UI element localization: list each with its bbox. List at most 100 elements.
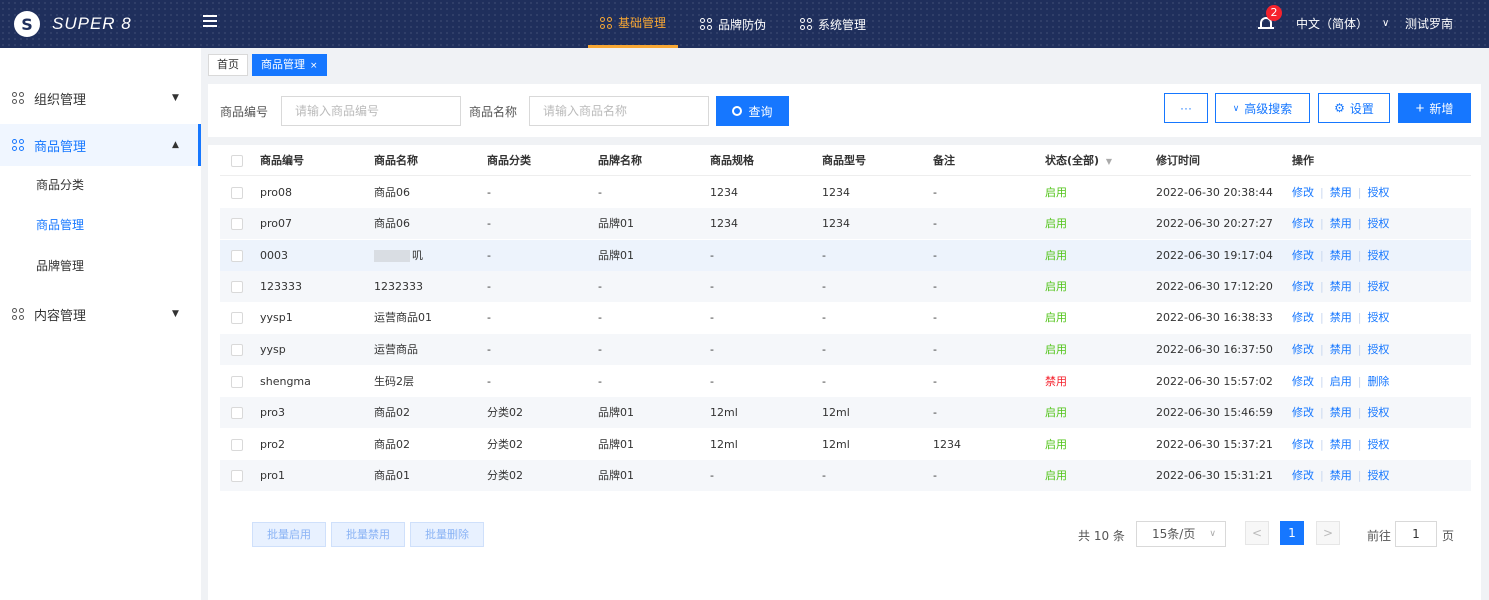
sidebar-item-organization[interactable]: 组织管理 ▼ — [0, 77, 201, 119]
cell-spec: 1234 — [710, 186, 738, 199]
row-checkbox[interactable] — [231, 281, 243, 293]
redacted-block — [374, 250, 410, 262]
close-icon[interactable]: × — [310, 61, 318, 71]
edit-link[interactable]: 修改 — [1292, 217, 1314, 230]
authorize-link[interactable]: 授权 — [1367, 280, 1389, 293]
table-row[interactable]: pro07 商品06 - 品牌01 1234 1234 - 启用 2022-06… — [220, 208, 1471, 239]
next-page-button[interactable]: > — [1316, 521, 1340, 545]
toggle-status-link[interactable]: 启用 — [1330, 375, 1352, 388]
settings-button[interactable]: ⚙ 设置 — [1318, 93, 1390, 123]
toggle-status-link[interactable]: 禁用 — [1330, 311, 1352, 324]
authorize-link[interactable]: 授权 — [1367, 217, 1389, 230]
row-checkbox[interactable] — [231, 312, 243, 324]
row-actions: 修改 | 禁用 | 授权 — [1292, 186, 1390, 199]
sidebar-subitem-brand[interactable]: 品牌管理 — [36, 257, 84, 274]
page-size-select[interactable]: 15条/页 ∨ — [1136, 521, 1226, 547]
toggle-status-link[interactable]: 禁用 — [1330, 438, 1352, 451]
logo-mark: S — [14, 11, 40, 37]
authorize-link[interactable]: 授权 — [1367, 469, 1389, 482]
batch-delete-button[interactable]: 批量删除 — [410, 522, 484, 547]
authorize-link[interactable]: 授权 — [1367, 343, 1389, 356]
sidebar-item-content[interactable]: 内容管理 ▼ — [0, 293, 201, 335]
edit-link[interactable]: 修改 — [1292, 438, 1314, 451]
row-actions: 修改 | 禁用 | 授权 — [1292, 249, 1390, 262]
table-row[interactable]: pro2 商品02 分类02 品牌01 12ml 12ml 1234 启用 20… — [220, 429, 1471, 460]
toggle-status-link[interactable]: 禁用 — [1330, 469, 1352, 482]
add-button[interactable]: + 新增 — [1398, 93, 1471, 123]
user-name[interactable]: 测试罗南 — [1405, 15, 1453, 32]
table-row[interactable]: pro1 商品01 分类02 品牌01 - - - 启用 2022-06-30 … — [220, 460, 1471, 491]
edit-link[interactable]: 修改 — [1292, 186, 1314, 199]
page-1-button[interactable]: 1 — [1280, 521, 1304, 545]
language-select[interactable]: 中文（简体） ∨ — [1296, 15, 1389, 32]
tab-home[interactable]: 首页 — [208, 54, 248, 76]
topnav-brand-anti-counterfeit[interactable]: 品牌防伪 — [688, 0, 778, 48]
edit-link[interactable]: 修改 — [1292, 469, 1314, 482]
toggle-status-link[interactable]: 禁用 — [1330, 186, 1352, 199]
table-row[interactable]: yysp 运营商品 - - - - - 启用 2022-06-30 16:37:… — [220, 334, 1471, 365]
row-checkbox[interactable] — [231, 250, 243, 262]
authorize-link[interactable]: 授权 — [1367, 311, 1389, 324]
topnav-basic-management[interactable]: 基础管理 — [588, 0, 679, 48]
edit-link[interactable]: 修改 — [1292, 280, 1314, 293]
cell-brand: - — [598, 311, 602, 324]
row-checkbox[interactable] — [231, 376, 243, 388]
toggle-status-link[interactable]: 禁用 — [1330, 249, 1352, 262]
authorize-link[interactable]: 授权 — [1367, 406, 1389, 419]
product-name-input[interactable] — [529, 96, 709, 126]
edit-link[interactable]: 修改 — [1292, 343, 1314, 356]
toggle-status-link[interactable]: 禁用 — [1330, 343, 1352, 356]
table-row[interactable]: 0003 叽 - 品牌01 - - - 启用 2022-06-30 19:17:… — [220, 240, 1471, 271]
more-button[interactable]: ··· — [1164, 93, 1208, 123]
edit-link[interactable]: 修改 — [1292, 249, 1314, 262]
toggle-status-link[interactable]: 禁用 — [1330, 280, 1352, 293]
row-checkbox[interactable] — [231, 407, 243, 419]
topnav-system-management[interactable]: 系统管理 — [788, 0, 878, 48]
row-checkbox[interactable] — [231, 470, 243, 482]
logo[interactable]: S SUPER 8 — [14, 10, 132, 38]
advanced-search-button[interactable]: ∨ 高级搜索 — [1215, 93, 1310, 123]
edit-link[interactable]: 修改 — [1292, 375, 1314, 388]
prev-page-button[interactable]: < — [1245, 521, 1269, 545]
authorize-link[interactable]: 授权 — [1367, 249, 1389, 262]
product-name-label: 商品名称 — [469, 105, 518, 119]
cell-remark: - — [933, 406, 937, 419]
row-checkbox[interactable] — [231, 344, 243, 356]
table-row[interactable]: yysp1 运营商品01 - - - - - 启用 2022-06-30 16:… — [220, 302, 1471, 333]
row-checkbox[interactable] — [231, 218, 243, 230]
goto-page-input[interactable] — [1395, 521, 1437, 547]
edit-link[interactable]: 修改 — [1292, 406, 1314, 419]
authorize-link[interactable]: 授权 — [1367, 438, 1389, 451]
caret-down-icon: ▼ — [172, 93, 179, 103]
cell-model: 1234 — [822, 217, 850, 230]
table-row[interactable]: pro3 商品02 分类02 品牌01 12ml 12ml - 启用 2022-… — [220, 397, 1471, 428]
cell-category: 分类02 — [487, 438, 523, 451]
batch-disable-button[interactable]: 批量禁用 — [331, 522, 405, 547]
status-filter-header[interactable]: 状态(全部) ▼ — [1045, 145, 1112, 176]
select-all-checkbox[interactable] — [231, 155, 243, 167]
cell-name: 商品02 — [374, 406, 410, 419]
toggle-status-link[interactable]: 禁用 — [1330, 217, 1352, 230]
add-label: 新增 — [1429, 101, 1454, 116]
product-code-input[interactable] — [281, 96, 461, 126]
delete-link[interactable]: 删除 — [1367, 375, 1389, 388]
table-row[interactable]: shengma 生码2层 - - - - - 禁用 2022-06-30 15:… — [220, 366, 1471, 397]
table-row[interactable]: pro08 商品06 - - 1234 1234 - 启用 2022-06-30… — [220, 177, 1471, 208]
sidebar-item-products[interactable]: 商品管理 ▲ — [0, 124, 201, 166]
row-checkbox[interactable] — [231, 439, 243, 451]
toggle-status-link[interactable]: 禁用 — [1330, 406, 1352, 419]
sidebar-subitem-category[interactable]: 商品分类 — [36, 176, 84, 193]
batch-enable-button[interactable]: 批量启用 — [252, 522, 326, 547]
cell-brand: 品牌01 — [598, 469, 634, 482]
cell-remark: - — [933, 280, 937, 293]
sidebar-subitem-product-management[interactable]: 商品管理 — [36, 216, 84, 233]
edit-link[interactable]: 修改 — [1292, 311, 1314, 324]
menu-fold-icon[interactable] — [203, 15, 217, 29]
cell-spec: 1234 — [710, 217, 738, 230]
query-button[interactable]: 查询 — [716, 96, 789, 126]
cell-name: 生码2层 — [374, 375, 414, 388]
row-checkbox[interactable] — [231, 187, 243, 199]
authorize-link[interactable]: 授权 — [1367, 186, 1389, 199]
tab-product-management[interactable]: 商品管理 × — [252, 54, 327, 76]
table-row[interactable]: 123333 1232333 - - - - - 启用 2022-06-30 1… — [220, 271, 1471, 302]
